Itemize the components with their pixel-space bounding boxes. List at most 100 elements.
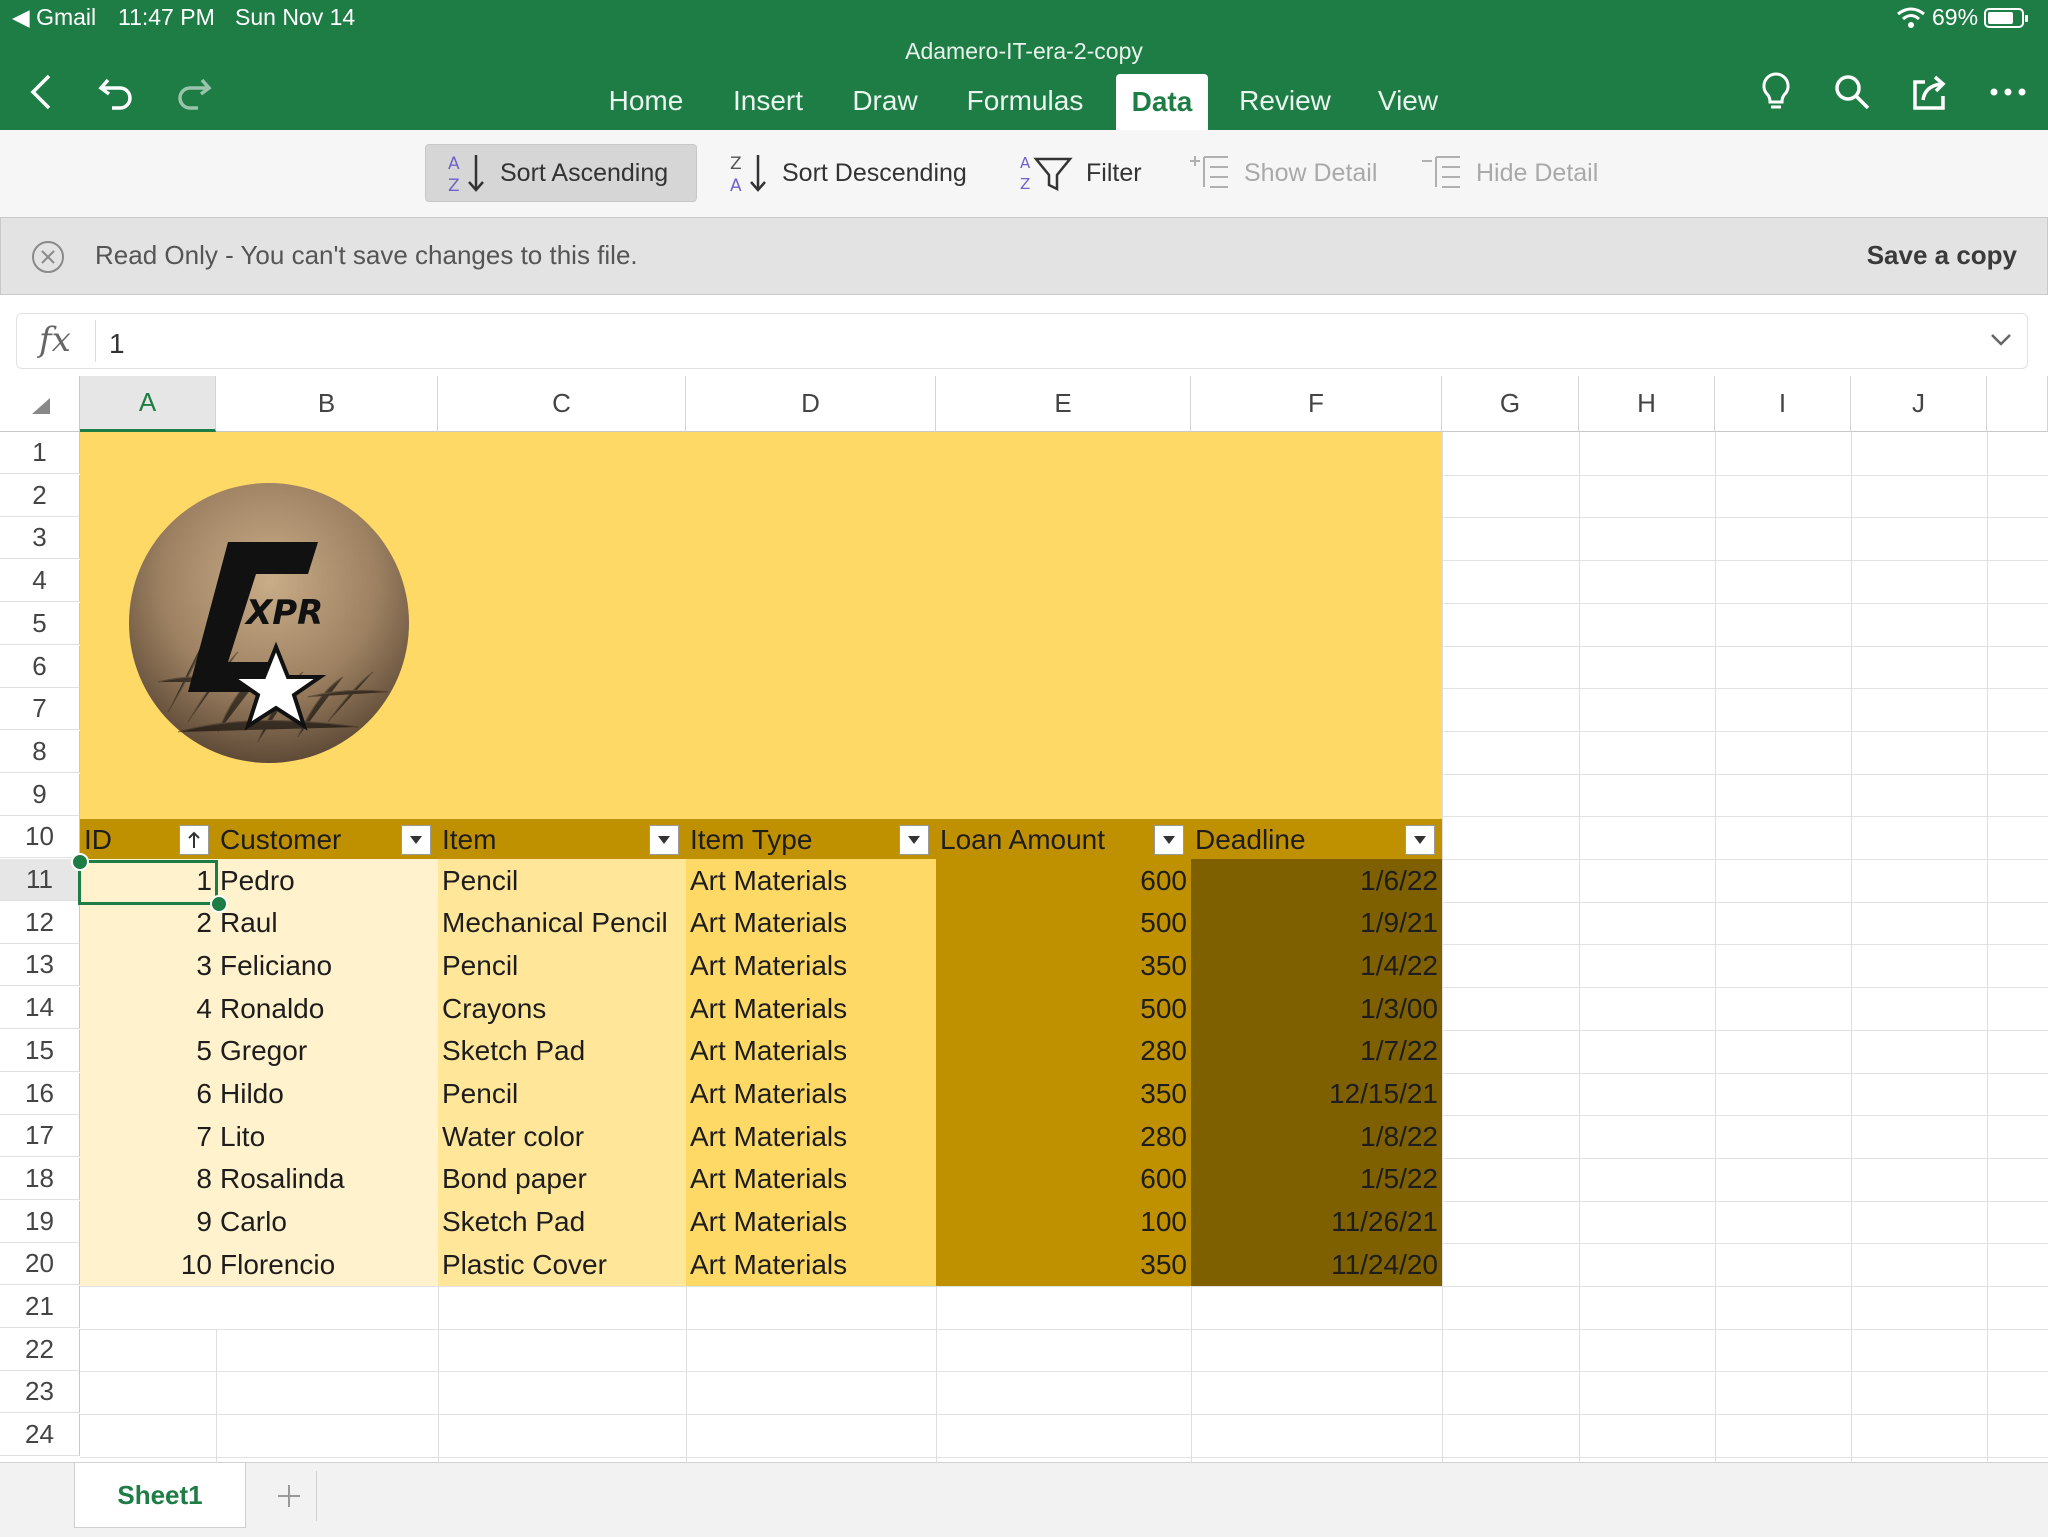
column-header-h[interactable]: H [1579, 376, 1715, 432]
cell-customer[interactable]: Lito [216, 1115, 438, 1159]
cell-item-type[interactable]: Art Materials [686, 1157, 936, 1201]
more-button[interactable] [1982, 66, 2034, 118]
column-header-j[interactable]: J [1851, 376, 1987, 432]
cell-deadline[interactable]: 1/9/21 [1191, 901, 1442, 945]
row-header[interactable]: 4 [0, 560, 80, 603]
row-header[interactable]: 6 [0, 645, 80, 688]
tab-review[interactable]: Review [1230, 72, 1340, 130]
cell-loan-amount[interactable]: 280 [936, 1029, 1191, 1073]
row-header[interactable]: 18 [0, 1157, 80, 1200]
back-to-app-link[interactable]: ◀ Gmail [12, 4, 96, 31]
cell-customer[interactable]: Hildo [216, 1072, 438, 1116]
cell-item-type[interactable]: Art Materials [686, 859, 936, 902]
search-button[interactable] [1826, 66, 1878, 118]
cell-item-type[interactable]: Art Materials [686, 1072, 936, 1116]
dismiss-circle-x-icon[interactable] [31, 240, 65, 274]
cell-item[interactable]: Pencil [438, 944, 686, 988]
formula-bar[interactable]: fx 1 [16, 313, 2028, 369]
tab-view[interactable]: View [1366, 72, 1450, 130]
cell-customer[interactable]: Ronaldo [216, 987, 438, 1031]
row-header[interactable]: 1 [0, 432, 80, 474]
cell-item-type[interactable]: Art Materials [686, 1200, 936, 1244]
tab-data[interactable]: Data [1116, 74, 1208, 130]
tab-draw[interactable]: Draw [840, 72, 930, 130]
cell-id[interactable]: 4 [80, 987, 216, 1031]
row-header[interactable]: 23 [0, 1371, 80, 1414]
cell-item-type[interactable]: Art Materials [686, 1115, 936, 1159]
row-header[interactable]: 2 [0, 474, 80, 517]
cell-loan-amount[interactable]: 600 [936, 859, 1191, 902]
selected-cell-a11[interactable] [78, 860, 218, 905]
row-header[interactable]: 17 [0, 1115, 80, 1158]
cell-customer[interactable]: Florencio [216, 1243, 438, 1287]
row-header[interactable]: 5 [0, 602, 80, 645]
row-header[interactable]: 15 [0, 1029, 80, 1072]
cell-item[interactable]: Plastic Cover [438, 1243, 686, 1287]
lightbulb-button[interactable] [1750, 66, 1802, 118]
column-header-f[interactable]: F [1191, 376, 1442, 432]
spreadsheet-grid[interactable]: A B C D E F G H I J XPR ID Customer Item… [0, 376, 2048, 1462]
cell-id[interactable]: 9 [80, 1200, 216, 1244]
sheet-tab-sheet1[interactable]: Sheet1 [74, 1463, 246, 1528]
cell-loan-amount[interactable]: 350 [936, 1243, 1191, 1287]
cell-id[interactable]: 3 [80, 944, 216, 988]
selection-handle-bottom-right[interactable] [210, 895, 228, 913]
cell-deadline[interactable]: 12/15/21 [1191, 1072, 1442, 1116]
cell-item-type[interactable]: Art Materials [686, 901, 936, 945]
select-all-corner[interactable] [0, 376, 80, 432]
tab-home[interactable]: Home [598, 72, 694, 130]
cell-item-type[interactable]: Art Materials [686, 1243, 936, 1287]
cell-customer[interactable]: Rosalinda [216, 1157, 438, 1201]
cell-customer[interactable]: Feliciano [216, 944, 438, 988]
back-button[interactable] [14, 66, 66, 118]
cell-id[interactable]: 7 [80, 1115, 216, 1159]
selection-handle-top-left[interactable] [71, 853, 89, 871]
row-header[interactable]: 11 [0, 859, 80, 901]
cell-item[interactable]: Bond paper [438, 1157, 686, 1201]
cell-item[interactable]: Water color [438, 1115, 686, 1159]
sort-ascending-indicator[interactable] [179, 825, 209, 855]
cell-deadline[interactable]: 1/8/22 [1191, 1115, 1442, 1159]
cell-id[interactable]: 2 [80, 901, 216, 945]
cell-id[interactable]: 5 [80, 1029, 216, 1073]
row-header[interactable]: 7 [0, 688, 80, 731]
cell-customer[interactable]: Gregor [216, 1029, 438, 1073]
cell-item-type[interactable]: Art Materials [686, 1029, 936, 1073]
row-header[interactable]: 10 [0, 816, 80, 859]
sort-descending-button[interactable]: ZA Sort Descending [728, 144, 967, 202]
chevron-down-icon[interactable] [1989, 330, 2013, 350]
filter-dropdown-item[interactable] [649, 825, 679, 855]
cell-item[interactable]: Pencil [438, 859, 686, 902]
filter-button[interactable]: AZ Filter [1018, 144, 1142, 202]
cell-deadline[interactable]: 1/5/22 [1191, 1157, 1442, 1201]
filter-dropdown-item-type[interactable] [899, 825, 929, 855]
cell-loan-amount[interactable]: 280 [936, 1115, 1191, 1159]
cell-loan-amount[interactable]: 350 [936, 1072, 1191, 1116]
column-header-b[interactable]: B [216, 376, 438, 432]
column-header-g[interactable]: G [1442, 376, 1579, 432]
column-header-a[interactable]: A [80, 376, 216, 432]
row-header[interactable]: 22 [0, 1328, 80, 1371]
add-sheet-button[interactable] [262, 1471, 317, 1521]
cell-item[interactable]: Crayons [438, 987, 686, 1031]
formula-input[interactable]: 1 [109, 328, 125, 360]
row-header[interactable]: 13 [0, 944, 80, 987]
cell-loan-amount[interactable]: 100 [936, 1200, 1191, 1244]
cell-item-type[interactable]: Art Materials [686, 944, 936, 988]
column-header-c[interactable]: C [438, 376, 686, 432]
sort-ascending-button[interactable]: AZ Sort Ascending [425, 144, 697, 202]
row-header[interactable]: 12 [0, 901, 80, 944]
cell-loan-amount[interactable]: 600 [936, 1157, 1191, 1201]
row-header[interactable]: 8 [0, 730, 80, 773]
cell-item-type[interactable]: Art Materials [686, 987, 936, 1031]
share-button[interactable] [1904, 66, 1956, 118]
cell-deadline[interactable]: 11/24/20 [1191, 1243, 1442, 1287]
row-header[interactable]: 3 [0, 517, 80, 560]
filter-dropdown-loan-amount[interactable] [1154, 825, 1184, 855]
undo-button[interactable] [90, 66, 142, 118]
cell-deadline[interactable]: 1/3/00 [1191, 987, 1442, 1031]
cell-id[interactable]: 10 [80, 1243, 216, 1287]
save-a-copy-button[interactable]: Save a copy [1867, 240, 2017, 271]
cell-id[interactable]: 8 [80, 1157, 216, 1201]
column-header-i[interactable]: I [1715, 376, 1851, 432]
